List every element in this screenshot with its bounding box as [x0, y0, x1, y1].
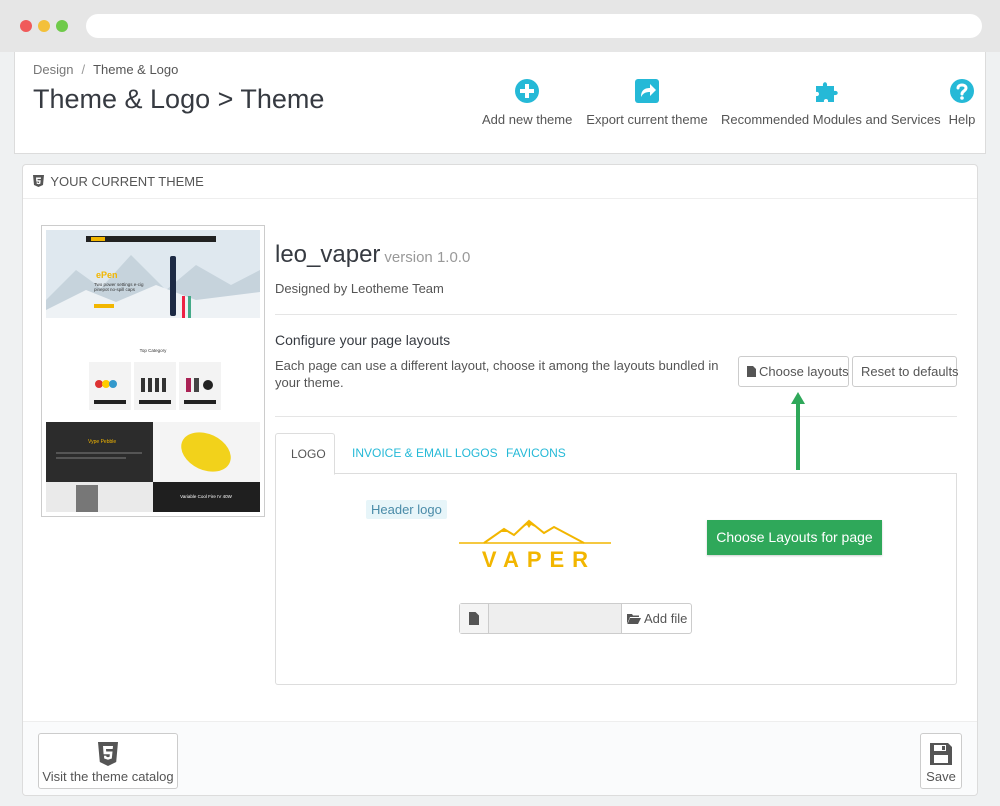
- breadcrumb-separator: /: [81, 62, 86, 77]
- panel-heading-text: YOUR CURRENT THEME: [50, 174, 204, 189]
- logo-wordmark: VAPER: [481, 547, 597, 572]
- tab-logo[interactable]: LOGO: [275, 433, 335, 475]
- breadcrumb: Design / Theme & Logo: [33, 62, 178, 77]
- theme-preview-illustration: ePen Two power settings e-cig pinepot no…: [46, 230, 260, 512]
- choose-layouts-label: Choose layouts: [759, 364, 849, 379]
- help-label: Help: [948, 112, 976, 127]
- preview-category-title: Top Category: [140, 348, 168, 353]
- visit-theme-catalog-button[interactable]: Visit the theme catalog: [38, 733, 178, 789]
- plus-circle-icon: [515, 79, 539, 103]
- logo-file-input[interactable]: [489, 604, 621, 633]
- save-label: Save: [926, 769, 956, 784]
- theme-preview-image: ePen Two power settings e-cig pinepot no…: [41, 225, 265, 517]
- admin-page: Design / Theme & Logo Theme & Logo > Theme…: [0, 52, 1000, 806]
- theme-author: Designed by Leotheme Team: [275, 281, 444, 296]
- file-icon: [747, 366, 756, 377]
- help-button[interactable]: Help: [945, 78, 979, 127]
- annotation-arrow-icon: [791, 392, 805, 470]
- current-theme-panel: YOUR CURRENT THEME ePen Two power settin…: [22, 164, 978, 796]
- panel-footer: Visit the theme catalog Save: [23, 721, 977, 795]
- page-header: Design / Theme & Logo Theme & Logo > Theme…: [14, 52, 986, 154]
- divider: [275, 416, 957, 417]
- add-file-label: Add file: [644, 611, 688, 626]
- logo-tab-content: Header logo VAPER Add file: [275, 473, 957, 685]
- header-logo-label: Header logo: [366, 500, 447, 519]
- logo-upload-group: Add file: [459, 603, 692, 634]
- theme-name: leo_vaper version 1.0.0: [275, 241, 470, 269]
- tab-favicons[interactable]: FAVICONS: [491, 433, 585, 474]
- browser-chrome: [0, 0, 1000, 52]
- panel-heading: YOUR CURRENT THEME: [23, 165, 977, 199]
- file-icon: [469, 612, 479, 625]
- puzzle-icon: [816, 82, 838, 102]
- recommended-modules-button[interactable]: Recommended Modules and Services: [721, 78, 941, 127]
- share-icon: [635, 79, 659, 103]
- breadcrumb-parent[interactable]: Design: [33, 62, 73, 77]
- visit-theme-catalog-label: Visit the theme catalog: [42, 769, 174, 784]
- page-title: Theme & Logo > Theme: [33, 84, 325, 114]
- address-bar[interactable]: [86, 14, 982, 38]
- theme-version: version 1.0.0: [384, 249, 471, 266]
- file-icon-addon: [460, 604, 489, 633]
- export-theme-label: Export current theme: [586, 112, 708, 127]
- logo-tabs: LOGO INVOICE & EMAIL LOGOS FAVICONS: [275, 433, 957, 475]
- window-minimize-dot[interactable]: [38, 20, 50, 32]
- add-new-theme-button[interactable]: Add new theme: [482, 78, 572, 127]
- html5-icon: [33, 175, 44, 187]
- add-new-theme-label: Add new theme: [482, 112, 573, 127]
- config-layouts-title: Configure your page layouts: [275, 332, 451, 348]
- add-file-button[interactable]: Add file: [621, 604, 691, 633]
- annotation-callout: Choose Layouts for page: [707, 520, 882, 555]
- preview-hero-title: ePen: [96, 270, 118, 280]
- window-close-dot[interactable]: [20, 20, 32, 32]
- reset-defaults-button[interactable]: Reset to defaults: [852, 356, 959, 387]
- save-icon: [930, 743, 952, 765]
- recommended-modules-label: Recommended Modules and Services: [721, 112, 941, 127]
- header-logo-image: VAPER: [459, 517, 611, 577]
- export-theme-button[interactable]: Export current theme: [586, 78, 708, 127]
- question-circle-icon: [950, 79, 974, 103]
- folder-open-icon: [627, 614, 641, 624]
- divider: [275, 314, 957, 315]
- preview-promo2-title: Variable Cool Fire IV 40W: [180, 494, 232, 499]
- tab-invoice-email-logos[interactable]: INVOICE & EMAIL LOGOS: [337, 433, 498, 474]
- choose-layouts-button[interactable]: Choose layouts: [738, 356, 849, 387]
- theme-name-text: leo_vaper: [275, 241, 381, 268]
- breadcrumb-current: Theme & Logo: [93, 62, 179, 77]
- preview-hero-line2: pinepot no-spill caps: [94, 287, 136, 292]
- preview-promo-title: Vype Pebble: [88, 439, 116, 445]
- window-maximize-dot[interactable]: [56, 20, 68, 32]
- save-button[interactable]: Save: [920, 733, 962, 789]
- mountain-logo-icon: [459, 519, 611, 544]
- html5-icon: [98, 742, 118, 766]
- config-layouts-description: Each page can use a different layout, ch…: [275, 358, 719, 390]
